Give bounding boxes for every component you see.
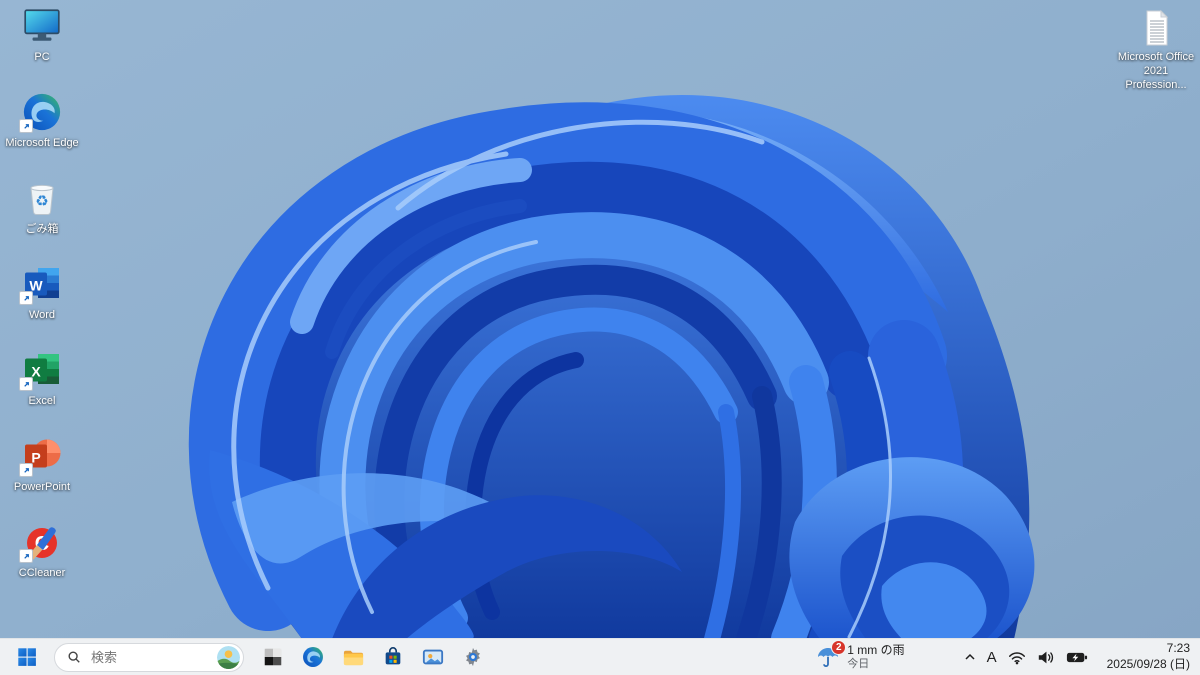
windows-logo-icon <box>18 648 36 666</box>
clock[interactable]: 7:23 2025/09/28 (日) <box>1107 641 1190 672</box>
clock-time: 7:23 <box>1166 641 1190 656</box>
weather-summary: 1 mm の雨 <box>847 642 905 657</box>
pinned-app-icon <box>264 648 282 666</box>
powerpoint-icon: P <box>19 434 64 478</box>
battery-charging-icon <box>1066 652 1087 662</box>
system-tray: A <box>964 649 1088 666</box>
pc-icon <box>20 4 64 48</box>
pinned-apps <box>254 641 492 673</box>
ccleaner-icon: C <box>19 520 64 564</box>
image-viewer-button[interactable] <box>414 641 452 673</box>
desktop-icon-edge[interactable]: Microsoft Edge <box>0 90 84 151</box>
svg-text:X: X <box>31 364 41 380</box>
wifi-button[interactable] <box>1008 650 1026 665</box>
wifi-icon <box>1008 651 1025 664</box>
desktop-icon-ccleaner[interactable]: C CCleaner <box>0 520 84 581</box>
edge-icon <box>303 647 323 667</box>
weather-day: 今日 <box>847 657 870 670</box>
desktop-icon-powerpoint[interactable]: P PowerPoint <box>0 434 84 495</box>
desktop-icon-excel[interactable]: X Excel <box>0 348 84 409</box>
edge-icon <box>19 90 64 134</box>
desktop-icon-label: Microsoft Office 2021 Profession... <box>1117 51 1195 91</box>
clock-date: 2025/09/28 (日) <box>1106 657 1190 671</box>
shortcut-arrow-icon <box>19 549 33 563</box>
shortcut-arrow-icon <box>19 119 33 133</box>
folder-icon <box>343 650 363 665</box>
start-button[interactable] <box>8 641 46 673</box>
show-hidden-icons-button[interactable] <box>964 653 976 661</box>
settings-button[interactable] <box>454 641 492 673</box>
excel-icon: X <box>19 348 64 392</box>
desktop-icon-label: Excel <box>28 395 56 407</box>
desktop-icon-label: PowerPoint <box>13 481 71 493</box>
desktop-icon-label: Microsoft Edge <box>5 137 79 149</box>
store-icon <box>385 647 401 665</box>
microsoft-store-button[interactable] <box>374 641 412 673</box>
speaker-icon <box>1038 651 1053 663</box>
ime-mode-indicator[interactable]: A <box>987 649 997 666</box>
gear-icon <box>466 647 480 667</box>
edge-taskbar-button[interactable] <box>294 641 332 673</box>
picture-icon <box>422 649 444 665</box>
desktop-icon-label: CCleaner <box>18 567 66 579</box>
desktop-icon-office-file[interactable]: Microsoft Office 2021 Profession... <box>1112 8 1200 92</box>
desktop-icon-pc[interactable]: PC <box>0 4 84 65</box>
search-icon <box>68 651 80 663</box>
weather-widget[interactable]: 2 1 mm の雨 今日 <box>810 640 910 672</box>
word-icon: W <box>19 262 64 306</box>
desktop: PC Microsoft Edge ♻ ごみ箱 W Word X Excel P… <box>0 0 1200 675</box>
desktop-icon-recycle-bin[interactable]: ♻ ごみ箱 <box>0 176 84 237</box>
document-icon <box>1136 8 1176 48</box>
desktop-icon-label: PC <box>34 51 50 63</box>
desktop-icon-word[interactable]: W Word <box>0 262 84 323</box>
taskbar: 2 1 mm の雨 今日 A <box>0 638 1200 675</box>
recycle-bin-icon: ♻ <box>20 176 64 220</box>
notification-badge: 2 <box>831 640 847 655</box>
desktop-icon-label: Word <box>28 309 56 321</box>
shortcut-arrow-icon <box>19 463 33 477</box>
search-input[interactable] <box>89 648 209 666</box>
search-box[interactable] <box>54 642 244 672</box>
search-highlight-image[interactable] <box>217 645 240 669</box>
file-explorer-button[interactable] <box>334 641 372 673</box>
wallpaper-bloom <box>0 0 1200 639</box>
shortcut-arrow-icon <box>19 377 33 391</box>
svg-text:♻: ♻ <box>35 193 48 210</box>
pinned-app-button[interactable] <box>254 641 292 673</box>
chevron-up-icon <box>965 653 975 660</box>
volume-button[interactable] <box>1037 650 1055 665</box>
desktop-icon-label: ごみ箱 <box>25 223 59 235</box>
shortcut-arrow-icon <box>19 291 33 305</box>
battery-button[interactable] <box>1066 651 1088 664</box>
